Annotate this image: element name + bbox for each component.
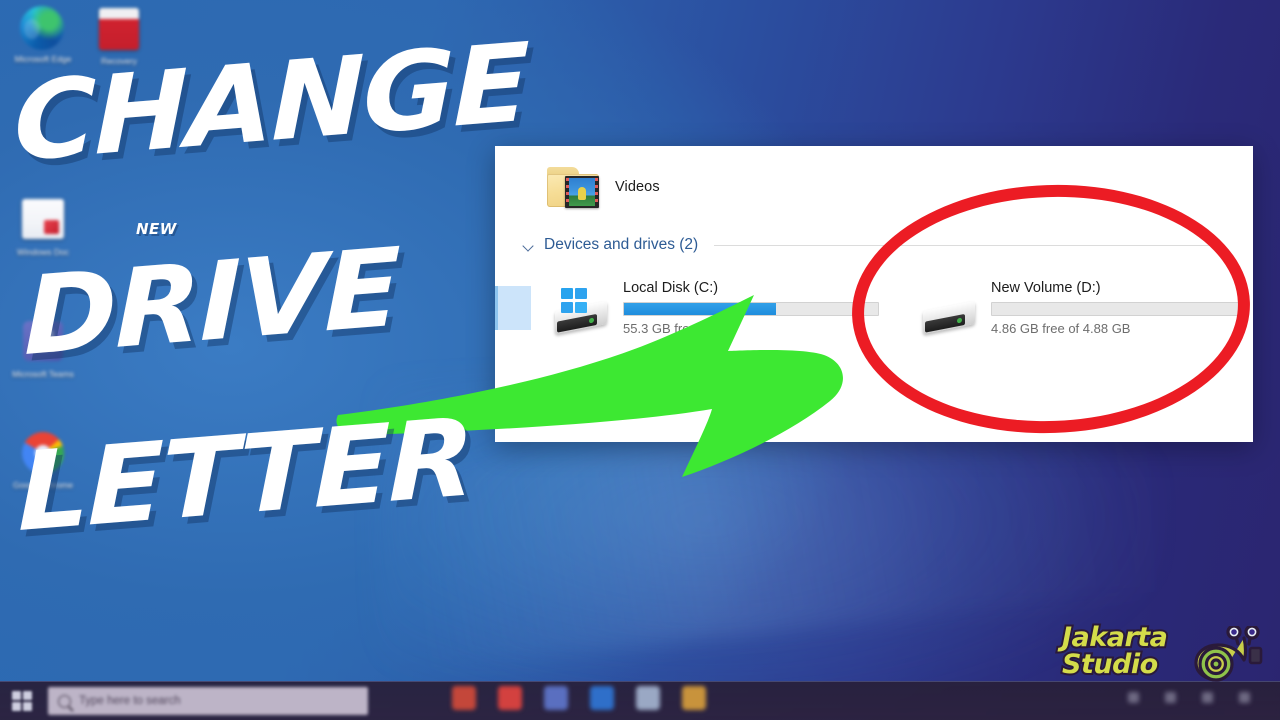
drive-list: Local Disk (C:) 55.3 GB free of New Volu… <box>523 274 1247 354</box>
header-rule <box>714 244 1223 246</box>
folder-taskbar-icon[interactable] <box>682 686 706 710</box>
drive-name: New Volume (D:) <box>991 280 1101 296</box>
drive-free-space: 4.86 GB free of 4.88 GB <box>991 321 1131 336</box>
search-icon <box>58 694 71 708</box>
drive-name: Local Disk (C:) <box>623 280 719 296</box>
logo-wordmark: Jakarta Studio <box>1060 622 1192 680</box>
jakarta-studio-logo: Jakarta Studio <box>1056 618 1266 698</box>
file-explorer-window: Videos Devices and drives (2) Local Disk… <box>495 146 1253 442</box>
desktop-icon-edge[interactable]: Microsoft Edge <box>6 6 80 64</box>
section-title: Devices and drives (2) <box>544 236 699 253</box>
title-line-1: CHANGE <box>14 20 528 186</box>
chrome-taskbar-icon[interactable] <box>452 686 476 710</box>
drive-usage-bar <box>991 302 1247 316</box>
drive-free-space: 55.3 GB free of <box>623 321 712 336</box>
snail-icon <box>1194 626 1263 682</box>
store-taskbar-icon[interactable] <box>590 686 614 710</box>
quick-access-item-videos[interactable]: Videos <box>545 164 660 210</box>
taskbar-app-list <box>452 686 706 710</box>
title-line-2: DRIVE <box>24 225 399 380</box>
word-taskbar-icon[interactable] <box>636 686 660 710</box>
edge-icon <box>20 6 66 52</box>
devices-and-drives-header[interactable]: Devices and drives (2) <box>523 236 1223 254</box>
explorer-taskbar-icon[interactable] <box>544 686 568 710</box>
logo-line-1: Jakarta <box>1060 622 1170 653</box>
videos-folder-icon <box>545 164 601 210</box>
taskbar-search-input[interactable]: Type here to search <box>48 687 368 715</box>
drive-usage-bar <box>623 302 879 316</box>
chevron-down-icon[interactable] <box>523 239 536 252</box>
desktop-icon-windows-doc[interactable]: Windows Doc <box>6 196 80 257</box>
selection-highlight-edge <box>495 286 498 330</box>
drive-item-local-disk-c[interactable]: Local Disk (C:) 55.3 GB free of <box>551 274 881 346</box>
hard-drive-icon <box>919 288 981 336</box>
logo-line-2: Studio <box>1060 649 1160 680</box>
new-badge: NEW <box>136 220 177 238</box>
red-document-icon <box>96 8 142 54</box>
search-placeholder: Type here to search <box>79 695 181 707</box>
windows-document-icon <box>20 199 66 245</box>
recorder-taskbar-icon[interactable] <box>498 686 522 710</box>
drive-item-new-volume-d[interactable]: New Volume (D:) 4.86 GB free of 4.88 GB <box>919 274 1249 346</box>
quick-access-label: Videos <box>615 179 660 195</box>
windows-start-icon[interactable] <box>12 691 32 711</box>
title-line-3: LETTER <box>18 395 473 556</box>
windows-drive-icon <box>551 288 613 336</box>
thumbnail-canvas: Microsoft Edge Recovery Windows Doc Micr… <box>0 0 1280 720</box>
